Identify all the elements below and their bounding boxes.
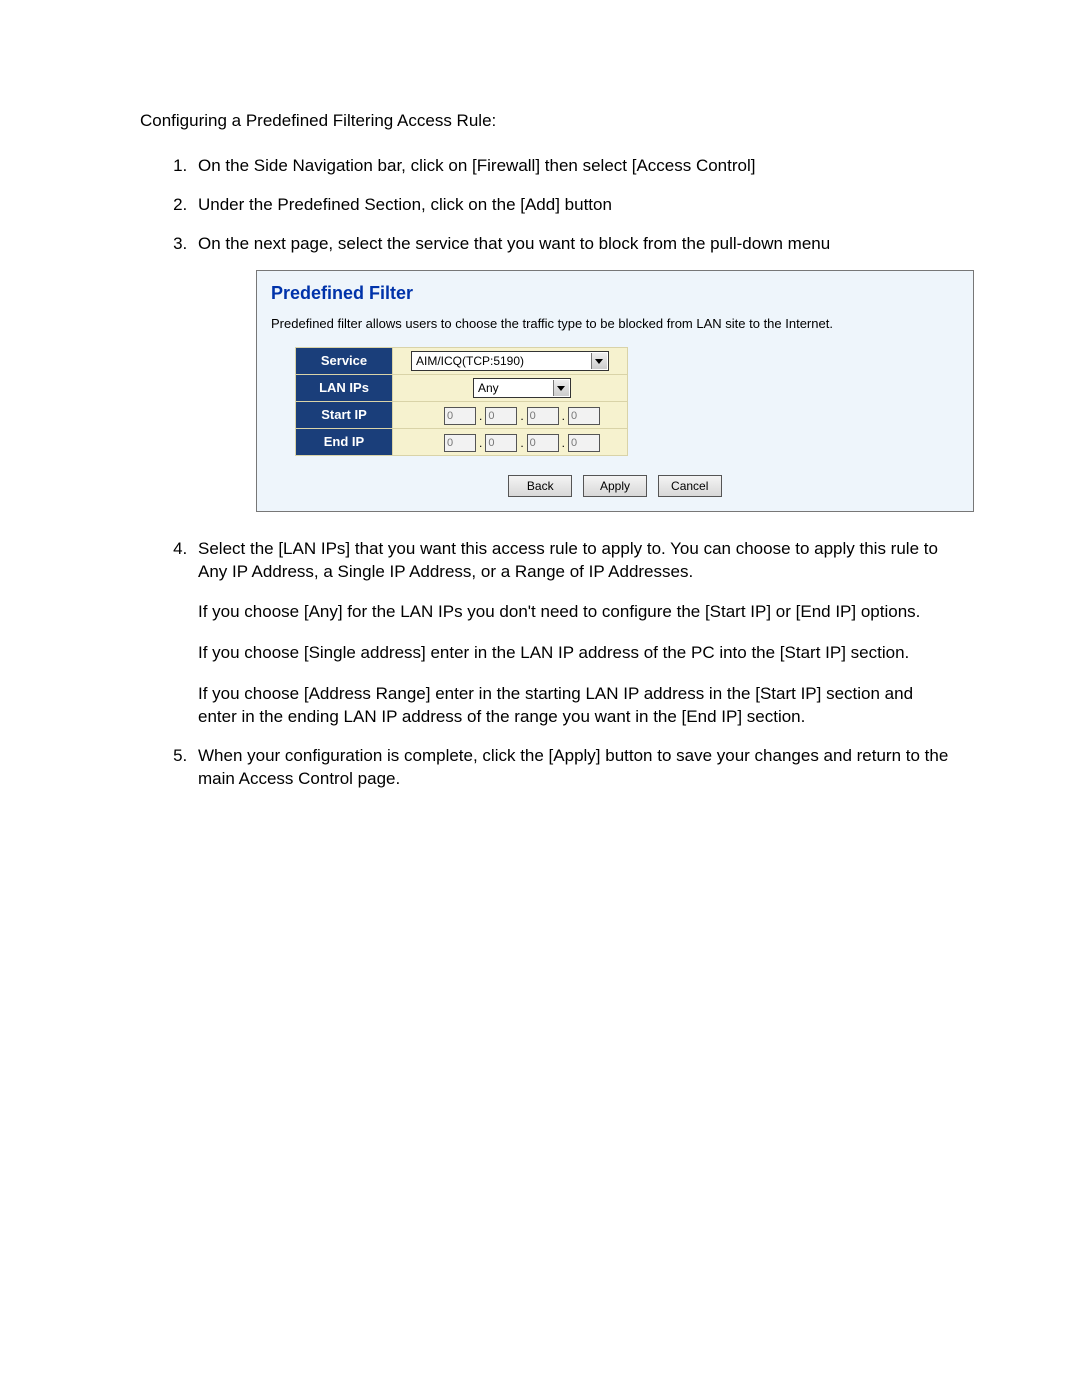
step-4-text-c: If you choose [Single address] enter in … xyxy=(198,642,950,665)
ip-dot: . xyxy=(561,408,566,424)
panel-description: Predefined filter allows users to choose… xyxy=(257,311,973,347)
intro-text: Configuring a Predefined Filtering Acces… xyxy=(140,110,950,133)
startip-octet-4[interactable]: 0 xyxy=(568,407,600,425)
button-row: Back Apply Cancel xyxy=(257,474,973,497)
filter-form-table: Service AIM/ICQ(TCP:5190) LAN IPs Any xyxy=(295,347,628,456)
document-page: Configuring a Predefined Filtering Acces… xyxy=(0,0,1080,791)
ip-dot: . xyxy=(478,408,483,424)
step-3: On the next page, select the service tha… xyxy=(192,233,950,512)
step-1: On the Side Navigation bar, click on [Fi… xyxy=(192,155,950,178)
startip-octet-1[interactable]: 0 xyxy=(444,407,476,425)
endip-octet-3[interactable]: 0 xyxy=(527,434,559,452)
step-4-text-a: Select the [LAN IPs] that you want this … xyxy=(198,539,938,581)
step-5: When your configuration is complete, cli… xyxy=(192,745,950,791)
step-4: Select the [LAN IPs] that you want this … xyxy=(192,538,950,730)
startip-octet-3[interactable]: 0 xyxy=(527,407,559,425)
ip-dot: . xyxy=(478,435,483,451)
startip-octet-2[interactable]: 0 xyxy=(485,407,517,425)
endip-octet-2[interactable]: 0 xyxy=(485,434,517,452)
step-4-text-b: If you choose [Any] for the LAN IPs you … xyxy=(198,601,950,624)
panel-title: Predefined Filter xyxy=(257,271,973,311)
steps-list: On the Side Navigation bar, click on [Fi… xyxy=(140,155,950,791)
predefined-filter-panel: Predefined Filter Predefined filter allo… xyxy=(256,270,974,512)
label-service: Service xyxy=(296,347,393,374)
lanips-select[interactable]: Any xyxy=(473,378,571,398)
ip-dot: . xyxy=(561,435,566,451)
back-button[interactable]: Back xyxy=(508,475,572,497)
endip-inputs: 0. 0. 0. 0 xyxy=(444,434,600,452)
step-3-text: On the next page, select the service tha… xyxy=(198,234,830,253)
label-endip: End IP xyxy=(296,428,393,455)
ip-dot: . xyxy=(519,408,524,424)
screenshot-panel-wrapper: Predefined Filter Predefined filter allo… xyxy=(256,270,950,512)
apply-button[interactable]: Apply xyxy=(583,475,647,497)
label-lanips: LAN IPs xyxy=(296,374,393,401)
startip-inputs: 0. 0. 0. 0 xyxy=(444,407,600,425)
cancel-button[interactable]: Cancel xyxy=(658,475,722,497)
service-select[interactable]: AIM/ICQ(TCP:5190) xyxy=(411,351,609,371)
label-startip: Start IP xyxy=(296,401,393,428)
ip-dot: . xyxy=(519,435,524,451)
step-2: Under the Predefined Section, click on t… xyxy=(192,194,950,217)
endip-octet-1[interactable]: 0 xyxy=(444,434,476,452)
step-4-text-d: If you choose [Address Range] enter in t… xyxy=(198,683,950,729)
endip-octet-4[interactable]: 0 xyxy=(568,434,600,452)
